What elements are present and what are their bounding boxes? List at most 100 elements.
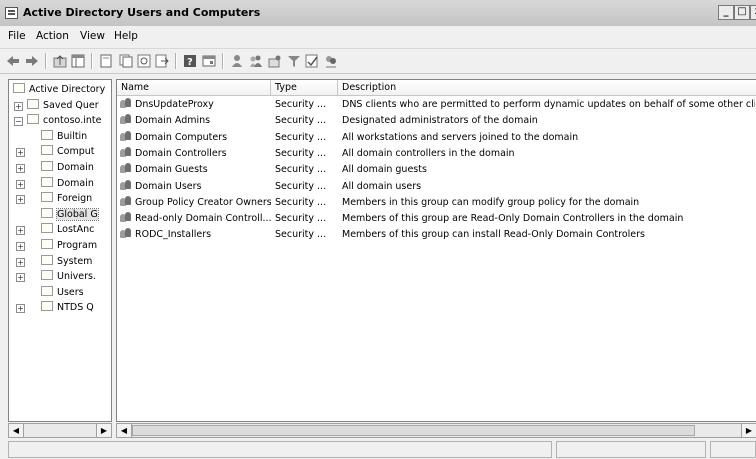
forward-arrow-icon[interactable] — [24, 53, 40, 69]
tree-node[interactable]: + Foreign — [16, 192, 92, 206]
expand-icon[interactable]: + — [16, 242, 25, 251]
show-tree-icon[interactable] — [70, 53, 86, 69]
tree-node[interactable]: − contoso.inte — [14, 114, 102, 128]
menu-action[interactable]: Action — [36, 30, 69, 42]
expand-icon[interactable]: + — [16, 226, 25, 236]
tree-node-label: Domain — [57, 177, 94, 189]
row-description: Members of this group can install Read-O… — [342, 229, 645, 241]
tree-node[interactable]: Builtin — [41, 129, 87, 144]
status-panel-2 — [556, 441, 706, 458]
tree-node-label: Domain — [57, 162, 94, 173]
tree-node[interactable]: Users — [41, 285, 84, 300]
table-row[interactable]: DnsUpdateProxy Security ... DNS clients wh… — [117, 97, 756, 113]
tree-node[interactable]: Active Directory — [13, 83, 105, 97]
details-pane[interactable]: Name Type Description DnsUpdateProxy Secu… — [116, 79, 756, 422]
column-header-type[interactable]: Type — [271, 80, 338, 96]
add-group-icon[interactable] — [248, 53, 264, 69]
add-ou-icon[interactable] — [267, 53, 283, 69]
list-horizontal-scrollbar[interactable]: ◀ ▶ — [116, 423, 756, 438]
folder-icon — [41, 176, 53, 187]
expand-icon[interactable]: + — [16, 273, 25, 283]
folder-icon — [27, 98, 39, 109]
expand-icon[interactable]: + — [14, 101, 23, 111]
folder-icon — [13, 83, 25, 93]
row-name-cell: RODC_Installers — [119, 227, 271, 243]
tree-node-label: LostAnc — [57, 224, 95, 236]
folder-icon — [41, 161, 53, 171]
table-row[interactable]: Group Policy Creator Owners Security ... M… — [117, 195, 756, 211]
column-header-description[interactable]: Description — [338, 80, 756, 96]
properties-icon[interactable] — [98, 53, 114, 69]
row-name: Group Policy Creator Owners — [135, 196, 271, 208]
folder-icon — [41, 239, 53, 249]
tree-node[interactable]: + Univers. — [16, 270, 96, 284]
collapse-icon[interactable]: − — [14, 117, 23, 127]
row-name: Read-only Domain Controll... — [135, 213, 271, 225]
maximize-button[interactable]: □ — [734, 5, 750, 20]
group-icon — [119, 227, 133, 239]
scroll-left-arrow-icon[interactable]: ◀ — [9, 424, 24, 437]
tree-node[interactable]: + Saved Quer — [14, 98, 99, 113]
tree-node[interactable]: + Comput — [16, 145, 94, 159]
tree-node[interactable]: + Program — [16, 239, 97, 253]
filter-icon[interactable] — [286, 53, 302, 69]
table-row[interactable]: Domain Controllers Security ... All domain… — [117, 146, 756, 162]
title-bar[interactable]: Active Directory Users and Computers _ □… — [0, 0, 756, 27]
scroll-right-arrow-icon[interactable]: ▶ — [96, 424, 112, 437]
up-folder-icon[interactable] — [52, 53, 68, 69]
tree-node[interactable]: + LostAnc — [16, 223, 95, 237]
expand-icon[interactable]: + — [16, 179, 25, 189]
row-description: All workstations and servers joined to t… — [342, 131, 579, 143]
status-bar — [8, 440, 756, 459]
tree-node-label: contoso.inte — [43, 115, 102, 127]
copy-icon[interactable] — [118, 53, 134, 69]
find-icon[interactable] — [323, 53, 339, 69]
expand-icon[interactable]: + — [16, 164, 25, 173]
back-arrow-icon[interactable] — [5, 53, 21, 69]
group-icon — [119, 146, 133, 158]
menu-view[interactable]: View — [80, 30, 105, 42]
scroll-thumb[interactable] — [132, 425, 695, 436]
folder-icon — [41, 270, 53, 281]
table-row[interactable]: Domain Users Security ... All domain users — [117, 179, 756, 195]
refresh-icon[interactable] — [136, 53, 152, 69]
expand-icon[interactable]: + — [16, 304, 25, 314]
tree-node[interactable]: + NTDS Q — [16, 301, 94, 315]
tree-horizontal-scrollbar[interactable]: ◀ ▶ — [8, 423, 112, 438]
table-row[interactable]: Read-only Domain Controll... Security ...… — [117, 211, 756, 227]
console-tree[interactable]: Active Directory + Saved Quer − contoso.inte… — [8, 79, 112, 422]
row-type: Security ... — [275, 180, 327, 192]
row-name-cell: Domain Admins — [119, 113, 271, 129]
help-icon[interactable]: ? — [182, 53, 198, 69]
row-name: RODC_Installers — [135, 229, 212, 241]
toolbar: ? — [0, 49, 756, 74]
tree-node[interactable]: + Domain — [16, 176, 94, 191]
delegate-icon[interactable] — [304, 53, 320, 69]
tree-node[interactable]: Global G — [41, 207, 99, 222]
tree-node-label: System — [57, 255, 93, 267]
table-row[interactable]: Domain Admins Security ... Designated admi… — [117, 113, 756, 129]
menu-file[interactable]: File — [8, 30, 26, 42]
export-icon[interactable] — [154, 53, 170, 69]
tree-node[interactable]: + System — [16, 254, 93, 269]
console-icon[interactable] — [201, 53, 217, 69]
table-row[interactable]: RODC_Installers Security ... Members of th… — [117, 227, 756, 243]
column-header-name[interactable]: Name — [117, 80, 271, 96]
tree-node-label: Saved Quer — [43, 99, 99, 111]
table-row[interactable]: Domain Guests Security ... All domain gues… — [117, 162, 756, 178]
tree-node[interactable]: + Domain — [16, 161, 94, 175]
folder-icon — [41, 223, 53, 234]
close-button[interactable]: x — [750, 5, 756, 20]
add-user-icon[interactable] — [229, 53, 245, 69]
row-name: Domain Admins — [135, 115, 211, 127]
table-row[interactable]: Domain Computers Security ... All workstat… — [117, 130, 756, 146]
minimize-button[interactable]: _ — [718, 5, 734, 20]
scroll-left-arrow-icon[interactable]: ◀ — [117, 424, 132, 437]
menu-help[interactable]: Help — [114, 30, 138, 42]
row-type: Security ... — [275, 131, 327, 143]
expand-icon[interactable]: + — [16, 195, 25, 205]
scroll-right-arrow-icon[interactable]: ▶ — [741, 424, 756, 437]
expand-icon[interactable]: + — [16, 257, 25, 267]
expand-icon[interactable]: + — [16, 148, 25, 158]
row-description: Members of this group are Read-Only Doma… — [342, 213, 684, 225]
